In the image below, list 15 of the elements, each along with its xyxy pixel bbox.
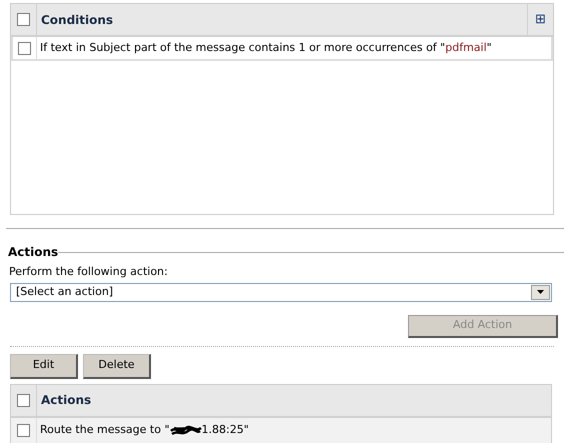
checkbox[interactable] <box>17 13 30 26</box>
action-dropdown[interactable]: [Select an action] <box>10 282 552 302</box>
checkbox[interactable] <box>17 394 30 406</box>
checkbox[interactable] <box>17 424 30 437</box>
toolbar-button[interactable]: Delete <box>83 354 151 378</box>
column-header: Actions <box>41 392 92 409</box>
action-text: 1.88:25" <box>202 422 249 438</box>
condition-text: If text in Subject part of the message contains 1 or more occurrences of "pdfmail" <box>40 40 492 56</box>
checkbox[interactable] <box>18 42 31 54</box>
expand-icon[interactable]: ⊞ <box>535 13 546 26</box>
column-header: Conditions <box>41 12 114 28</box>
toolbar-button[interactable]: Edit <box>10 354 78 378</box>
action-text: Route the message to " <box>40 422 170 438</box>
field-label: Perform the following action: <box>9 264 169 280</box>
section-title: Actions <box>8 244 58 261</box>
